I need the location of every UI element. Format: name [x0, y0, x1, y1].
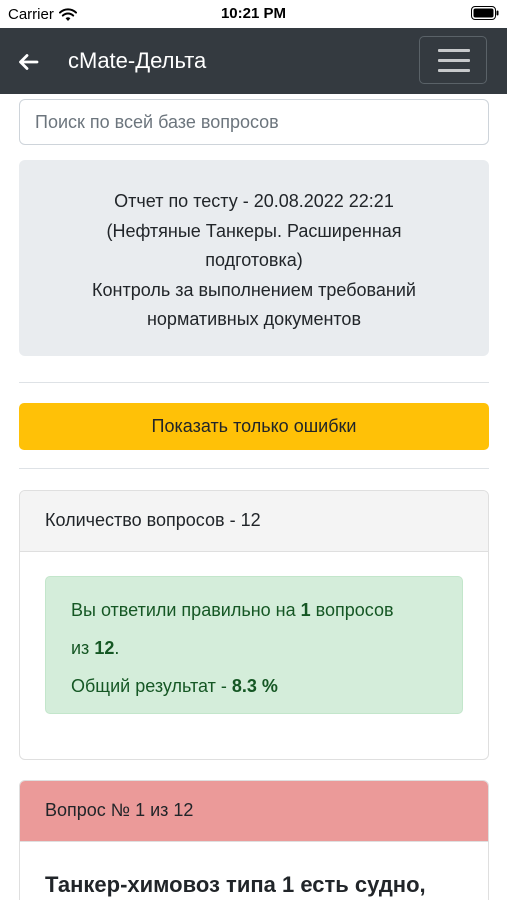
total-count: 12 — [94, 638, 115, 658]
question-text: Танкер-химовоз типа 1 есть судно, — [45, 872, 426, 897]
test-report-info: Отчет по тесту - 20.08.2022 22:21 (Нефтя… — [19, 160, 489, 356]
divider — [19, 468, 489, 469]
menu-toggle-button[interactable] — [419, 36, 487, 84]
status-time: 10:21 PM — [220, 5, 287, 22]
report-title-line: Отчет по тесту - 20.08.2022 22:21 — [114, 191, 394, 211]
search-input[interactable] — [19, 99, 489, 145]
divider — [19, 382, 489, 383]
app-title: cMate-Дельта — [68, 48, 207, 73]
correct-count: 1 — [300, 600, 311, 620]
app-navbar: cMate-Дельта — [0, 28, 507, 94]
result-percent: 8.3 % — [231, 676, 278, 696]
correct-answers-line: Вы ответили правильно на 1 вопросов — [71, 600, 394, 620]
question-count-header: Количество вопросов - 12 — [20, 491, 488, 552]
overall-result-line: Общий результат - 8.3 % — [71, 676, 278, 696]
report-course-line-cont: подготовка) — [205, 250, 303, 270]
arrow-left-icon — [19, 54, 39, 70]
report-topic-line-cont: нормативных документов — [146, 309, 362, 329]
back-button[interactable] — [14, 48, 42, 76]
battery-icon — [471, 6, 499, 25]
result-alert: Вы ответили правильно на 1 вопросов из 1… — [45, 576, 463, 714]
report-topic-line: Контроль за выполнением требований — [92, 279, 416, 300]
status-bar: Carrier 10:21 PM — [0, 0, 507, 28]
question-card: Вопрос № 1 из 12 Танкер-химовоз типа 1 е… — [19, 780, 489, 900]
show-errors-only-button[interactable]: Показать только ошибки — [19, 403, 489, 450]
total-questions-line: из 12. — [71, 638, 120, 658]
report-course-line: (Нефтяные Танкеры. Расширенная — [106, 220, 402, 241]
summary-card: Количество вопросов - 12 Вы ответили пра… — [19, 490, 489, 760]
question-number-header: Вопрос № 1 из 12 — [20, 781, 488, 842]
